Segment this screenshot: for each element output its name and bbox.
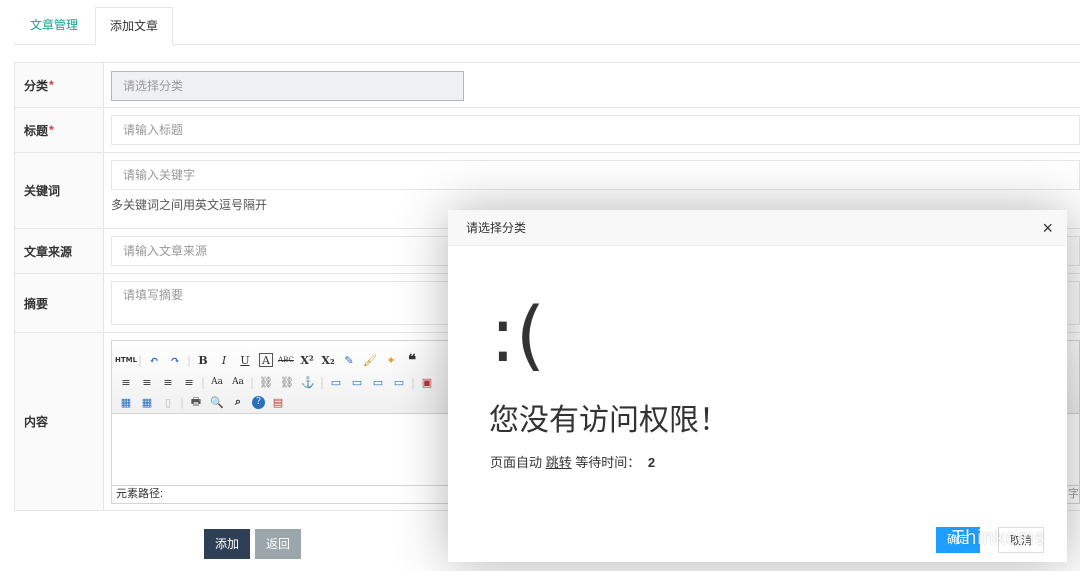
underline-icon[interactable]: U	[235, 350, 255, 370]
row-category: 分类 * 请选择分类	[14, 62, 1080, 108]
redirect-countdown: 页面自动 跳转 等待时间： 2	[490, 455, 656, 470]
watermark: Thinkcms	[952, 527, 1046, 549]
redo-icon[interactable]: ↷	[165, 350, 185, 370]
toolbar-row-3: ▦ ▦ ▯ | 🖶 🔍 ⌕ ? ▤	[116, 392, 289, 412]
font-border-icon[interactable]: A	[259, 353, 273, 367]
close-icon[interactable]: ×	[1042, 210, 1053, 246]
italic-icon[interactable]: I	[214, 350, 234, 370]
page-break-icon[interactable]: ▯	[158, 392, 178, 412]
image-center-icon[interactable]: ▭	[389, 372, 409, 392]
back-button[interactable]: 返回	[255, 529, 302, 559]
row-title: 标题 * 请输入标题	[14, 108, 1080, 153]
image-right-icon[interactable]: ▭	[368, 372, 388, 392]
font-decrease-icon[interactable]: Aa	[228, 372, 248, 392]
source-label: 文章来源	[14, 229, 104, 273]
bold-icon[interactable]: B	[193, 350, 213, 370]
format-brush-icon[interactable]: 🖌	[360, 350, 380, 370]
redirect-link[interactable]: 跳转	[546, 455, 572, 470]
preview-icon[interactable]: 🔍	[207, 392, 227, 412]
subscript-icon[interactable]: X₂	[318, 350, 338, 370]
print-icon[interactable]: 🖶	[186, 392, 206, 412]
unlink-icon[interactable]: ⛓	[277, 372, 297, 392]
keywords-hint: 多关键词之间用英文逗号隔开	[111, 198, 268, 212]
insert-image-icon[interactable]: ▣	[417, 372, 437, 392]
category-select[interactable]: 请选择分类	[111, 71, 464, 101]
category-label: 分类 *	[14, 63, 104, 107]
search-replace-icon[interactable]: ⌕	[228, 392, 248, 412]
dialog-header: 请选择分类 ×	[448, 210, 1067, 246]
help-icon[interactable]: ?	[252, 395, 265, 409]
access-denied-message: 您没有访问权限！	[489, 403, 729, 438]
insert-table-icon[interactable]: ▦	[116, 392, 136, 412]
align-justify-icon[interactable]: ≡	[179, 372, 199, 392]
category-dialog: 请选择分类 × :( 您没有访问权限！ 页面自动 跳转 等待时间： 2 确定 取…	[448, 210, 1067, 562]
anchor-icon[interactable]: ⚓	[298, 372, 318, 392]
tab-article-management[interactable]: 文章管理	[16, 7, 92, 45]
element-path-label: 元素路径:	[116, 488, 164, 500]
summary-label: 摘要	[14, 274, 104, 332]
title-label: 标题 *	[14, 108, 104, 152]
sad-face-text: :(	[490, 290, 546, 379]
title-input[interactable]: 请输入标题	[111, 115, 1080, 145]
align-right-icon[interactable]: ≡	[158, 372, 178, 392]
drafts-icon[interactable]: ▤	[268, 392, 288, 412]
add-button[interactable]: 添加	[204, 529, 251, 559]
image-left-icon[interactable]: ▭	[326, 372, 346, 392]
tab-bar: 文章管理 添加文章	[14, 7, 1080, 46]
align-left-icon[interactable]: ≡	[116, 372, 136, 392]
table-grid-icon[interactable]: ▦	[137, 392, 157, 412]
image-none-icon[interactable]: ▭	[347, 372, 367, 392]
blockquote-icon[interactable]: ❝	[402, 350, 422, 370]
countdown-seconds: 2	[647, 455, 656, 470]
toolbar-row-1: HTML | ↶ ↷ | B I U A ABC X² X₂ ✎ 🖌 ✦ ❝	[115, 350, 423, 370]
content-label: 内容	[14, 333, 104, 510]
dialog-title: 请选择分类	[466, 221, 527, 235]
keywords-input[interactable]: 请输入关键字	[111, 160, 1080, 190]
strikethrough-icon[interactable]: ABC	[276, 350, 296, 370]
font-increase-icon[interactable]: Aa	[207, 372, 227, 392]
eraser-icon[interactable]: ✎	[339, 350, 359, 370]
align-center-icon[interactable]: ≡	[137, 372, 157, 392]
superscript-icon[interactable]: X²	[297, 350, 317, 370]
undo-icon[interactable]: ↶	[144, 350, 164, 370]
auto-format-icon[interactable]: ✦	[381, 350, 401, 370]
toolbar-row-2: ≡ ≡ ≡ ≡ | Aa Aa | ⛓ ⛓ ⚓ | ▭ ▭ ▭ ▭ | ▣	[116, 372, 438, 392]
html-source-icon[interactable]: HTML	[115, 350, 137, 370]
keywords-label: 关键词	[14, 153, 104, 228]
tab-add-article[interactable]: 添加文章	[95, 7, 174, 46]
link-icon[interactable]: ⛓	[256, 372, 276, 392]
char-count-text: 字	[1068, 488, 1079, 500]
